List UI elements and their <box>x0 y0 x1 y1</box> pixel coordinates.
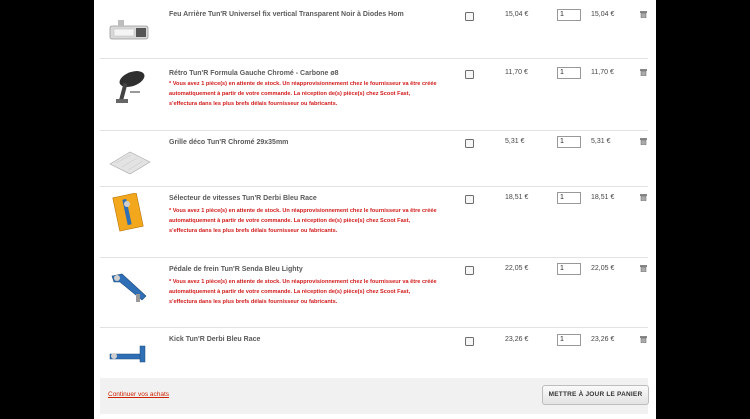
stock-notice: * Vous avez 1 pièce(s) en attente de sto… <box>169 81 437 107</box>
trash-icon[interactable] <box>639 68 648 76</box>
product-name[interactable]: Kick Tun'R Derbi Bleu Race <box>169 336 260 343</box>
unit-price: 18,51 € <box>505 194 529 201</box>
cart-row: Feu Arrière Tun'R Universel fix vertical… <box>100 0 648 59</box>
line-total: 18,51 € <box>591 194 615 201</box>
product-name[interactable]: Rétro Tun'R Formula Gauche Chromé - Carb… <box>169 70 339 77</box>
trash-icon[interactable] <box>639 193 648 201</box>
line-total: 22,05 € <box>591 265 615 272</box>
mirror-image <box>116 71 145 104</box>
line-total: 23,26 € <box>591 336 615 343</box>
line-total: 15,04 € <box>591 11 615 18</box>
quantity-input[interactable]: 1 <box>557 334 581 346</box>
product-name[interactable]: Grille déco Tun'R Chromé 29x35mm <box>169 139 288 146</box>
unit-price: 11,70 € <box>505 69 528 76</box>
trash-icon[interactable] <box>639 335 648 343</box>
delete-checkbox[interactable] <box>465 139 474 148</box>
quantity-input[interactable]: 1 <box>557 263 581 275</box>
gear-selector-image <box>112 193 144 232</box>
delete-checkbox[interactable] <box>465 195 474 204</box>
tail-light-image <box>109 20 149 40</box>
line-total: 5,31 € <box>591 138 611 145</box>
product-name[interactable]: Pédale de frein Tun'R Senda Bleu Lighty <box>169 266 303 273</box>
cart-row: Kick Tun'R Derbi Bleu Race 23,26 € 1 23,… <box>100 328 648 377</box>
unit-price: 22,05 € <box>505 265 529 272</box>
quantity-input[interactable]: 1 <box>557 67 581 79</box>
grille-image <box>109 151 151 175</box>
delete-checkbox[interactable] <box>465 70 474 79</box>
product-name[interactable]: Feu Arrière Tun'R Universel fix vertical… <box>169 11 404 18</box>
trash-icon[interactable] <box>639 10 648 18</box>
stock-notice: * Vous avez 1 pièce(s) en attente de sto… <box>169 208 437 234</box>
delete-checkbox[interactable] <box>465 12 474 21</box>
unit-price: 5,31 € <box>505 138 525 145</box>
trash-icon[interactable] <box>639 264 648 272</box>
quantity-input[interactable]: 1 <box>557 192 581 204</box>
cart-row: Sélecteur de vitesses Tun'R Derbi Bleu R… <box>100 187 648 258</box>
unit-price: 23,26 € <box>505 336 529 343</box>
unit-price: 15,04 € <box>505 11 529 18</box>
delete-checkbox[interactable] <box>465 266 474 275</box>
update-cart-button[interactable]: METTRE À JOUR LE PANIER <box>542 385 649 405</box>
stock-notice: * Vous avez 1 pièce(s) en attente de sto… <box>169 279 437 305</box>
brake-pedal-image <box>111 273 147 302</box>
quantity-input[interactable]: 1 <box>557 136 581 148</box>
continue-shopping-link[interactable]: Continuer vos achats <box>108 391 169 398</box>
cart-panel: Feu Arrière Tun'R Universel fix vertical… <box>94 0 656 419</box>
delete-checkbox[interactable] <box>465 337 474 346</box>
cart-footer: Continuer vos achats METTRE À JOUR LE PA… <box>100 378 649 414</box>
kickstarter-image <box>109 345 146 363</box>
line-total: 11,70 € <box>591 69 614 76</box>
cart-row: Pédale de frein Tun'R Senda Bleu Lighty … <box>100 258 648 328</box>
cart-row: Grille déco Tun'R Chromé 29x35mm 5,31 € … <box>100 131 648 187</box>
trash-icon[interactable] <box>639 137 648 145</box>
cart-row: Rétro Tun'R Formula Gauche Chromé - Carb… <box>100 59 648 131</box>
quantity-input[interactable]: 1 <box>557 9 581 21</box>
product-name[interactable]: Sélecteur de vitesses Tun'R Derbi Bleu R… <box>169 195 317 202</box>
